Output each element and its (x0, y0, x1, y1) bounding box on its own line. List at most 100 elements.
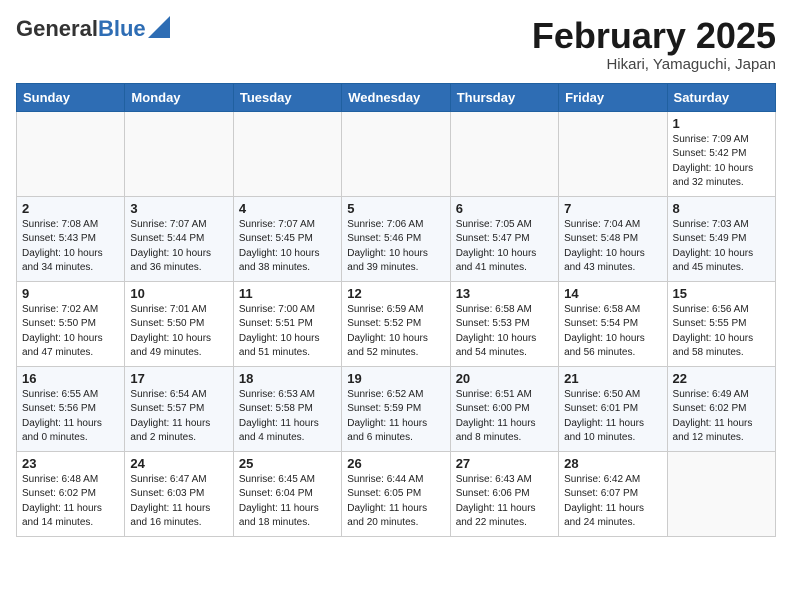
calendar-cell: 20 Sunrise: 6:51 AM Sunset: 6:00 PM Dayli… (450, 366, 558, 451)
day-number: 5 (347, 201, 444, 216)
calendar-week-row: 2 Sunrise: 7:08 AM Sunset: 5:43 PM Daylig… (17, 196, 776, 281)
day-info: Sunrise: 7:01 AM Sunset: 5:50 PM Dayligh… (130, 303, 227, 361)
weekday-header: Wednesday (342, 83, 450, 111)
day-info: Sunrise: 7:03 AM Sunset: 5:49 PM Dayligh… (673, 218, 770, 276)
weekday-header: Thursday (450, 83, 558, 111)
month-title: February 2025 (532, 16, 776, 56)
calendar-cell: 19Sunrise: 6:52 AM Sunset: 5:59 PM Dayli… (342, 366, 450, 451)
calendar-cell: 9 Sunrise: 7:02 AM Sunset: 5:50 PM Daylig… (17, 281, 125, 366)
weekday-header: Saturday (667, 83, 775, 111)
calendar-cell: 1 Sunrise: 7:09 AM Sunset: 5:42 PM Daylig… (667, 111, 775, 196)
day-info: Sunrise: 7:02 AM Sunset: 5:50 PM Dayligh… (22, 303, 119, 361)
day-number: 3 (130, 201, 227, 216)
calendar-cell (667, 451, 775, 536)
calendar-cell: 14Sunrise: 6:58 AM Sunset: 5:54 PM Dayli… (559, 281, 667, 366)
calendar-week-row: 9 Sunrise: 7:02 AM Sunset: 5:50 PM Daylig… (17, 281, 776, 366)
day-number: 23 (22, 456, 119, 471)
day-info: Sunrise: 6:43 AM Sunset: 6:06 PM Dayligh… (456, 473, 553, 531)
day-number: 27 (456, 456, 553, 471)
day-info: Sunrise: 6:42 AM Sunset: 6:07 PM Dayligh… (564, 473, 661, 531)
page-header: General Blue February 2025 Hikari, Yamag… (16, 16, 776, 73)
day-number: 11 (239, 286, 336, 301)
day-number: 10 (130, 286, 227, 301)
day-number: 15 (673, 286, 770, 301)
weekday-header: Friday (559, 83, 667, 111)
logo-general: General (16, 16, 98, 42)
day-info: Sunrise: 7:08 AM Sunset: 5:43 PM Dayligh… (22, 218, 119, 276)
logo-icon (148, 16, 170, 38)
day-info: Sunrise: 6:45 AM Sunset: 6:04 PM Dayligh… (239, 473, 336, 531)
title-block: February 2025 Hikari, Yamaguchi, Japan (532, 16, 776, 73)
calendar-cell: 23 Sunrise: 6:48 AM Sunset: 6:02 PM Dayli… (17, 451, 125, 536)
calendar-cell: 4Sunrise: 7:07 AM Sunset: 5:45 PM Daylig… (233, 196, 341, 281)
logo: General Blue (16, 16, 170, 42)
calendar-cell: 5 Sunrise: 7:06 AM Sunset: 5:46 PM Daylig… (342, 196, 450, 281)
calendar-cell: 16 Sunrise: 6:55 AM Sunset: 5:56 PM Dayli… (17, 366, 125, 451)
day-info: Sunrise: 7:09 AM Sunset: 5:42 PM Dayligh… (673, 133, 770, 191)
calendar-cell: 7 Sunrise: 7:04 AM Sunset: 5:48 PM Daylig… (559, 196, 667, 281)
day-info: Sunrise: 6:54 AM Sunset: 5:57 PM Dayligh… (130, 388, 227, 446)
day-number: 19 (347, 371, 444, 386)
day-number: 9 (22, 286, 119, 301)
logo-blue: Blue (98, 16, 146, 42)
calendar-cell: 26Sunrise: 6:44 AM Sunset: 6:05 PM Dayli… (342, 451, 450, 536)
calendar-cell: 17 Sunrise: 6:54 AM Sunset: 5:57 PM Dayli… (125, 366, 233, 451)
day-info: Sunrise: 7:07 AM Sunset: 5:44 PM Dayligh… (130, 218, 227, 276)
calendar-cell: 18 Sunrise: 6:53 AM Sunset: 5:58 PM Dayli… (233, 366, 341, 451)
day-info: Sunrise: 6:59 AM Sunset: 5:52 PM Dayligh… (347, 303, 444, 361)
day-number: 12 (347, 286, 444, 301)
calendar-cell (342, 111, 450, 196)
day-info: Sunrise: 7:00 AM Sunset: 5:51 PM Dayligh… (239, 303, 336, 361)
day-info: Sunrise: 6:53 AM Sunset: 5:58 PM Dayligh… (239, 388, 336, 446)
calendar-cell (17, 111, 125, 196)
weekday-header: Tuesday (233, 83, 341, 111)
calendar-cell: 6 Sunrise: 7:05 AM Sunset: 5:47 PM Daylig… (450, 196, 558, 281)
calendar-week-row: 1 Sunrise: 7:09 AM Sunset: 5:42 PM Daylig… (17, 111, 776, 196)
calendar-cell: 10 Sunrise: 7:01 AM Sunset: 5:50 PM Dayli… (125, 281, 233, 366)
calendar-cell: 25 Sunrise: 6:45 AM Sunset: 6:04 PM Dayli… (233, 451, 341, 536)
day-info: Sunrise: 7:06 AM Sunset: 5:46 PM Dayligh… (347, 218, 444, 276)
day-number: 18 (239, 371, 336, 386)
day-number: 13 (456, 286, 553, 301)
day-info: Sunrise: 6:55 AM Sunset: 5:56 PM Dayligh… (22, 388, 119, 446)
calendar-cell: 12 Sunrise: 6:59 AM Sunset: 5:52 PM Dayli… (342, 281, 450, 366)
day-number: 16 (22, 371, 119, 386)
day-info: Sunrise: 6:50 AM Sunset: 6:01 PM Dayligh… (564, 388, 661, 446)
calendar-cell (450, 111, 558, 196)
calendar-cell: 24 Sunrise: 6:47 AM Sunset: 6:03 PM Dayli… (125, 451, 233, 536)
day-info: Sunrise: 6:47 AM Sunset: 6:03 PM Dayligh… (130, 473, 227, 531)
day-number: 2 (22, 201, 119, 216)
day-number: 1 (673, 116, 770, 131)
day-number: 25 (239, 456, 336, 471)
day-number: 7 (564, 201, 661, 216)
day-number: 14 (564, 286, 661, 301)
calendar-week-row: 16 Sunrise: 6:55 AM Sunset: 5:56 PM Dayli… (17, 366, 776, 451)
calendar-week-row: 23 Sunrise: 6:48 AM Sunset: 6:02 PM Dayli… (17, 451, 776, 536)
day-number: 20 (456, 371, 553, 386)
day-info: Sunrise: 6:48 AM Sunset: 6:02 PM Dayligh… (22, 473, 119, 531)
day-number: 28 (564, 456, 661, 471)
calendar-cell: 27 Sunrise: 6:43 AM Sunset: 6:06 PM Dayli… (450, 451, 558, 536)
calendar-cell: 15 Sunrise: 6:56 AM Sunset: 5:55 PM Dayli… (667, 281, 775, 366)
weekday-header: Monday (125, 83, 233, 111)
day-info: Sunrise: 6:51 AM Sunset: 6:00 PM Dayligh… (456, 388, 553, 446)
day-info: Sunrise: 6:56 AM Sunset: 5:55 PM Dayligh… (673, 303, 770, 361)
weekday-header: Sunday (17, 83, 125, 111)
calendar-cell: 28 Sunrise: 6:42 AM Sunset: 6:07 PM Dayli… (559, 451, 667, 536)
day-number: 17 (130, 371, 227, 386)
day-info: Sunrise: 7:04 AM Sunset: 5:48 PM Dayligh… (564, 218, 661, 276)
calendar-cell: 21Sunrise: 6:50 AM Sunset: 6:01 PM Dayli… (559, 366, 667, 451)
calendar-header-row: SundayMondayTuesdayWednesdayThursdayFrid… (17, 83, 776, 111)
day-info: Sunrise: 7:05 AM Sunset: 5:47 PM Dayligh… (456, 218, 553, 276)
day-info: Sunrise: 6:49 AM Sunset: 6:02 PM Dayligh… (673, 388, 770, 446)
day-info: Sunrise: 6:44 AM Sunset: 6:05 PM Dayligh… (347, 473, 444, 531)
calendar-cell: 2 Sunrise: 7:08 AM Sunset: 5:43 PM Daylig… (17, 196, 125, 281)
day-number: 22 (673, 371, 770, 386)
calendar-cell (559, 111, 667, 196)
calendar-cell: 3 Sunrise: 7:07 AM Sunset: 5:44 PM Daylig… (125, 196, 233, 281)
day-number: 24 (130, 456, 227, 471)
calendar-cell: 22 Sunrise: 6:49 AM Sunset: 6:02 PM Dayli… (667, 366, 775, 451)
day-number: 6 (456, 201, 553, 216)
day-info: Sunrise: 6:58 AM Sunset: 5:53 PM Dayligh… (456, 303, 553, 361)
calendar-cell: 13 Sunrise: 6:58 AM Sunset: 5:53 PM Dayli… (450, 281, 558, 366)
